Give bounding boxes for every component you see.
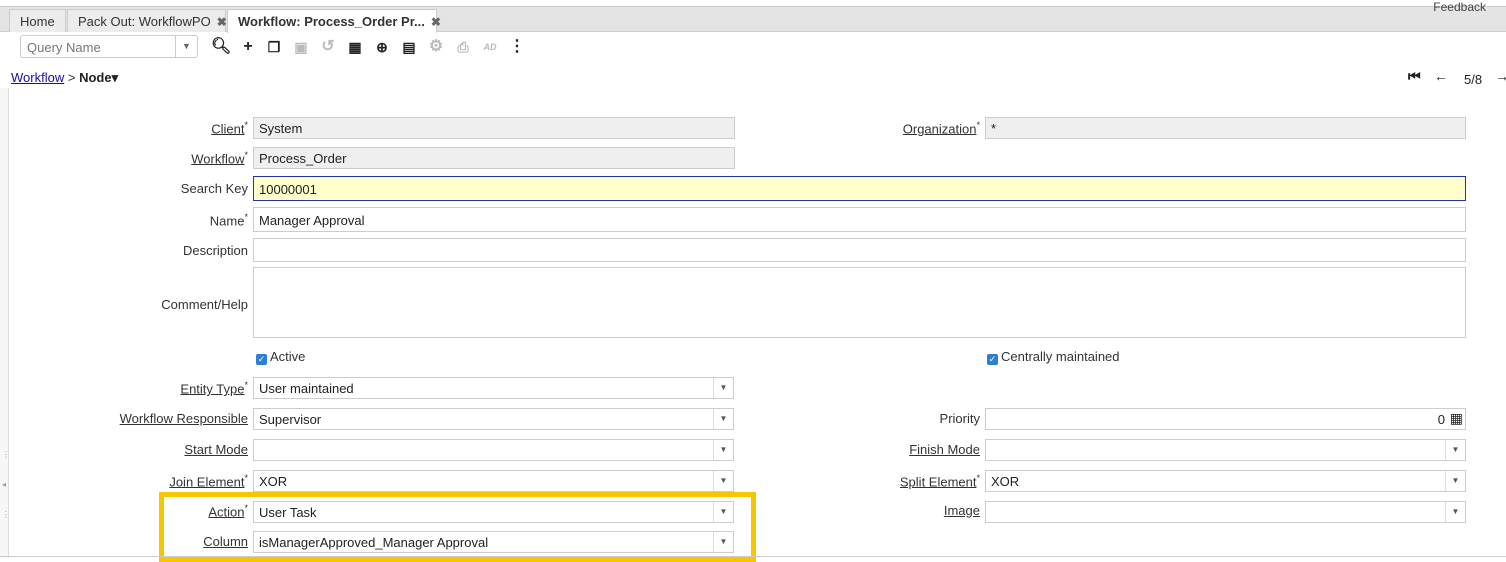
- more-menu-icon[interactable]: ⋮: [507, 37, 527, 57]
- breadcrumb: Workflow > Node▾: [11, 70, 118, 86]
- split-element-select[interactable]: XOR ▼: [985, 470, 1466, 492]
- join-element-select[interactable]: XOR ▼: [253, 470, 734, 492]
- description-input[interactable]: [253, 238, 1466, 262]
- tab-label: Home: [20, 14, 55, 29]
- finish-mode-select[interactable]: ▼: [985, 439, 1466, 461]
- calculator-icon[interactable]: ▦: [1450, 410, 1463, 427]
- workflow-responsible-select[interactable]: Supervisor ▼: [253, 408, 734, 430]
- search-key-input[interactable]: 10000001: [253, 176, 1466, 201]
- name-label: Name*: [209, 212, 248, 229]
- workflow-field: Process_Order: [253, 147, 735, 169]
- chevron-down-icon[interactable]: ▼: [713, 409, 733, 429]
- report-icon[interactable]: ▤: [399, 37, 419, 57]
- chevron-down-icon[interactable]: ▼: [1445, 471, 1465, 491]
- close-icon[interactable]: ✖: [217, 15, 227, 29]
- checkmark-icon: ✓: [987, 354, 998, 365]
- record-position: 5/8: [1464, 72, 1483, 87]
- query-placeholder: Query Name: [27, 40, 101, 55]
- next-record-icon[interactable]: →: [1495, 68, 1506, 84]
- finish-mode-label: Finish Mode: [909, 442, 980, 457]
- chevron-down-icon[interactable]: ▼: [1445, 502, 1465, 522]
- breadcrumb-current[interactable]: Node▾: [79, 70, 118, 85]
- client-label: Client*: [211, 120, 248, 137]
- priority-label: Priority: [939, 411, 980, 426]
- search-key-label: Search Key: [180, 181, 248, 196]
- save-icon: ▣: [294, 39, 308, 55]
- start-mode-select[interactable]: ▼: [253, 439, 734, 461]
- expand-arrow-icon[interactable]: ◂: [2, 480, 6, 489]
- chevron-down-icon[interactable]: ▼: [175, 36, 197, 57]
- chevron-down-icon[interactable]: ▼: [713, 378, 733, 398]
- entity-type-select[interactable]: User maintained ▼: [253, 377, 734, 399]
- organization-field: *: [985, 117, 1466, 139]
- close-icon[interactable]: ✖: [431, 15, 441, 29]
- search-icon[interactable]: 🔍︎: [211, 37, 231, 57]
- split-element-label: Split Element*: [899, 473, 980, 490]
- checkmark-icon: ✓: [256, 354, 267, 365]
- breadcrumb-separator: >: [67, 70, 76, 85]
- tab-label: Pack Out: WorkflowPO: [78, 14, 211, 29]
- description-label: Description: [182, 243, 248, 258]
- divider: [0, 556, 1506, 557]
- print-icon: ⎙: [457, 39, 469, 55]
- left-collapse-bar[interactable]: ⋮ ◂ ⋮: [0, 88, 10, 558]
- chevron-down-icon[interactable]: ▼: [1445, 440, 1465, 460]
- query-name-select[interactable]: Query Name ▼: [20, 35, 198, 58]
- start-mode-label: Start Mode: [184, 442, 248, 457]
- comment-help-label: Comment/Help: [161, 297, 248, 312]
- highlight-box: [159, 492, 756, 562]
- tab-label: Workflow: Process_Order Pr...: [238, 14, 425, 29]
- grip-icon: ⋮: [2, 510, 10, 519]
- top-strip: [0, 0, 1506, 7]
- join-element-label: Join Element*: [169, 473, 248, 490]
- organization-label: Organization*: [902, 120, 980, 137]
- active-checkbox[interactable]: ✓ Active: [256, 349, 305, 365]
- grip-icon: ⋮: [2, 450, 10, 459]
- archive-icon: AD: [483, 42, 497, 52]
- name-input[interactable]: Manager Approval: [253, 207, 1466, 232]
- breadcrumb-workflow-link[interactable]: Workflow: [11, 70, 64, 85]
- image-label: Image: [943, 503, 980, 518]
- feedback-link[interactable]: Feedback: [1433, 0, 1486, 14]
- centrally-maintained-checkbox[interactable]: ✓ Centrally maintained: [987, 349, 1120, 365]
- tab-home[interactable]: Home: [9, 9, 66, 32]
- workflow-label: Workflow*: [191, 150, 248, 167]
- grid-toggle-icon[interactable]: ▦: [345, 37, 365, 57]
- chevron-down-icon[interactable]: ▼: [713, 440, 733, 460]
- previous-record-icon[interactable]: ←: [1434, 68, 1448, 84]
- new-record-icon[interactable]: +: [238, 37, 258, 57]
- zoom-icon[interactable]: ⊕: [372, 37, 392, 57]
- chevron-down-icon[interactable]: ▼: [713, 471, 733, 491]
- comment-help-textarea[interactable]: [253, 267, 1466, 338]
- undo-icon: ↺: [321, 38, 335, 55]
- workflow-responsible-label: Workflow Responsible: [119, 411, 248, 426]
- image-select[interactable]: ▼: [985, 501, 1466, 523]
- client-field: System: [253, 117, 735, 139]
- tab-bar: Home Pack Out: WorkflowPO ✖ Workflow: Pro…: [0, 7, 1506, 33]
- process-gear-icon: ⚙: [428, 38, 444, 55]
- tab-workflow[interactable]: Workflow: Process_Order Pr... ✖: [227, 9, 441, 33]
- copy-icon[interactable]: ❐: [264, 37, 284, 57]
- priority-input[interactable]: 0 ▦: [985, 408, 1466, 430]
- tab-pack-out[interactable]: Pack Out: WorkflowPO ✖: [67, 9, 227, 32]
- entity-type-label: Entity Type*: [180, 380, 248, 397]
- first-record-icon[interactable]: ⏮: [1408, 68, 1421, 85]
